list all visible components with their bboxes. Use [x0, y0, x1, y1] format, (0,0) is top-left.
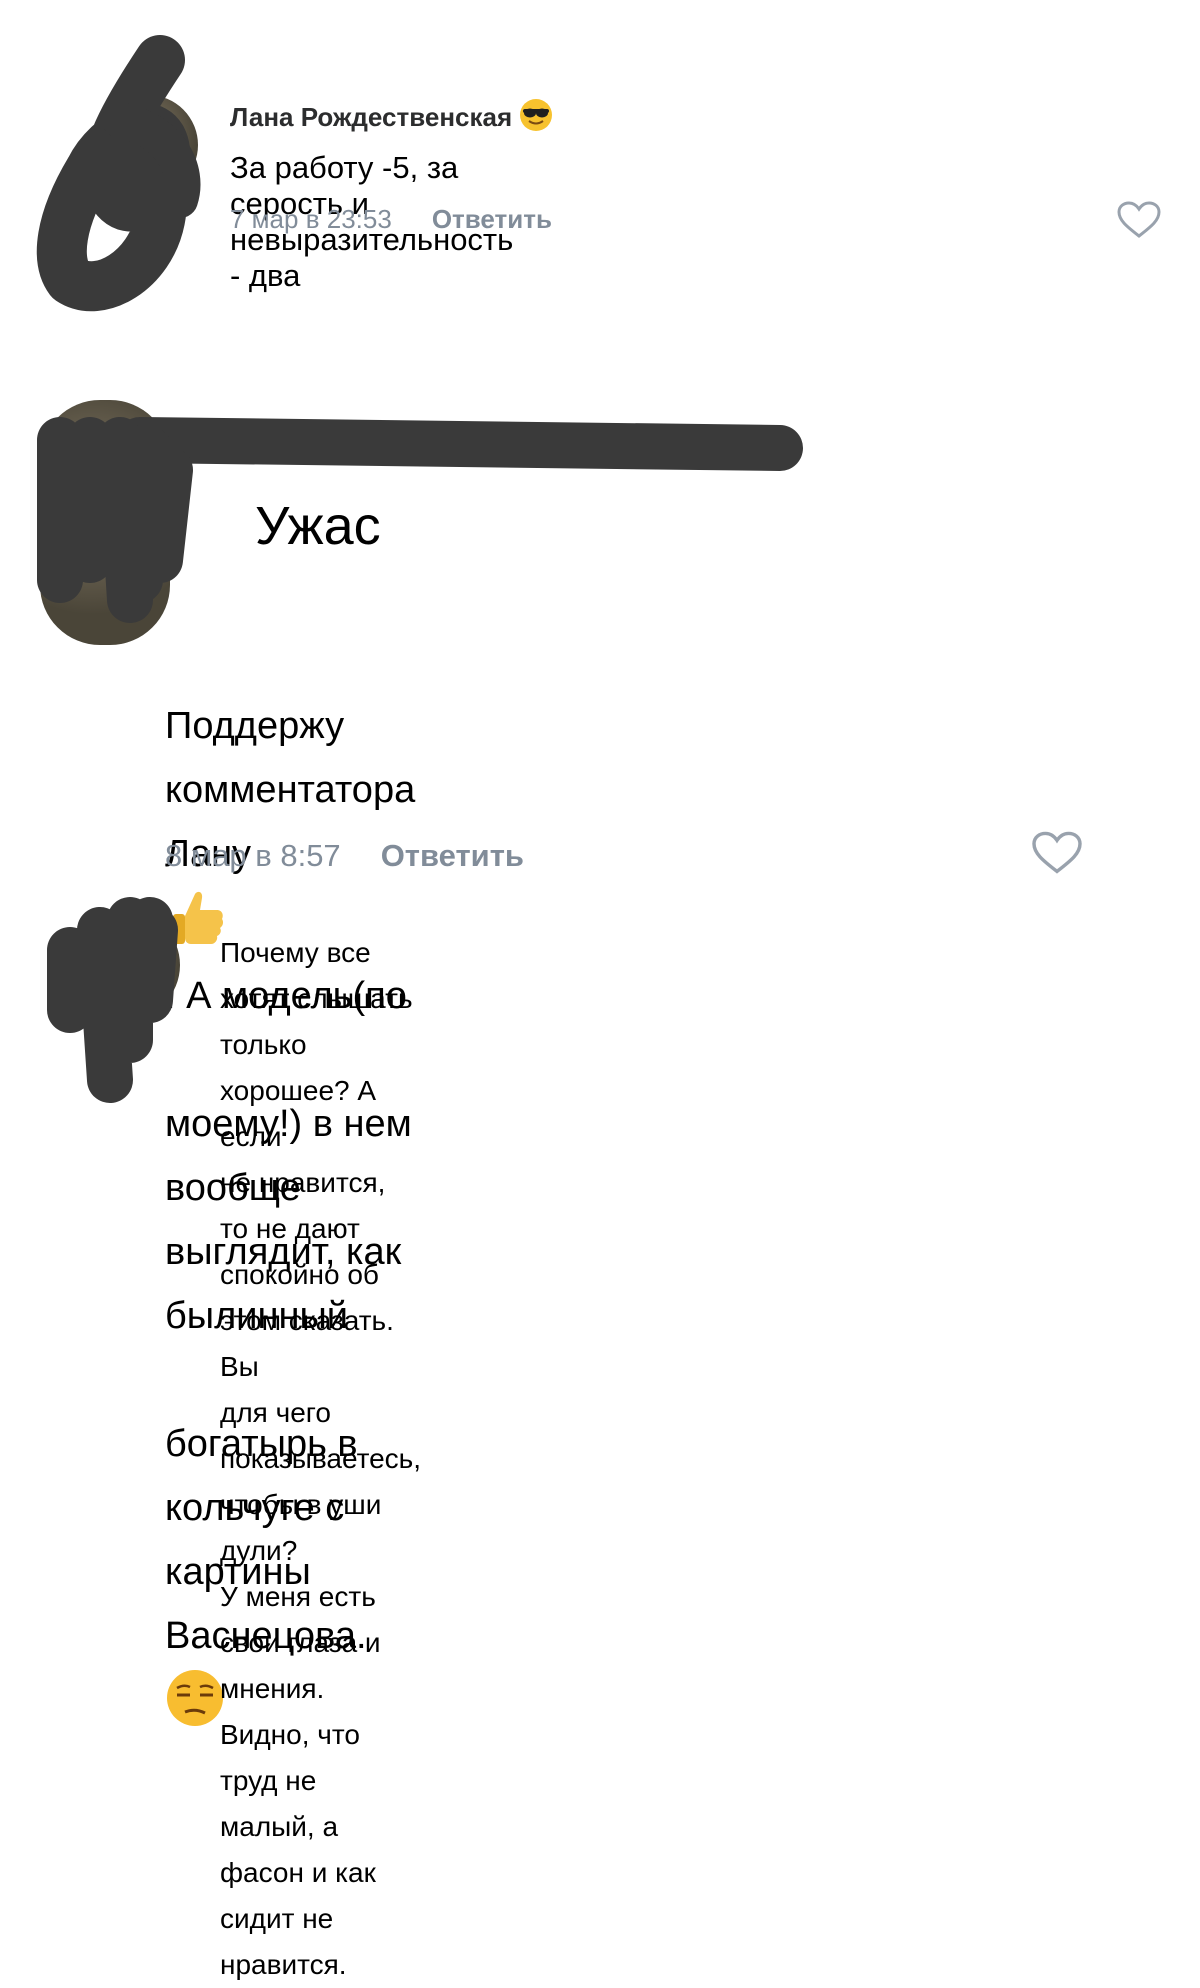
avatar[interactable] — [40, 400, 170, 645]
comment-date: 7 мар в 23:53 — [230, 204, 392, 234]
avatar[interactable] — [98, 95, 198, 195]
reply-button[interactable]: Ответить — [432, 204, 552, 234]
heart-icon[interactable] — [1030, 830, 1084, 876]
heart-icon[interactable] — [1116, 200, 1162, 240]
comment-meta: 8 мар в 8:57 Ответить — [165, 838, 524, 874]
comment-text: Ужас — [255, 496, 381, 556]
comment-text: Почему все хотят слышать только хорошее?… — [220, 937, 422, 1980]
sunglasses-emoji-icon — [520, 99, 553, 131]
comment-meta: 7 мар в 23:53 Ответить — [230, 204, 552, 235]
unamused-face-emoji-icon — [167, 1670, 223, 1726]
avatar[interactable] — [70, 910, 180, 1020]
reply-button[interactable]: Ответить — [381, 838, 524, 873]
comment-author[interactable]: Лана Рождественская — [230, 98, 553, 133]
comment-date: 8 мар в 8:57 — [165, 838, 341, 873]
